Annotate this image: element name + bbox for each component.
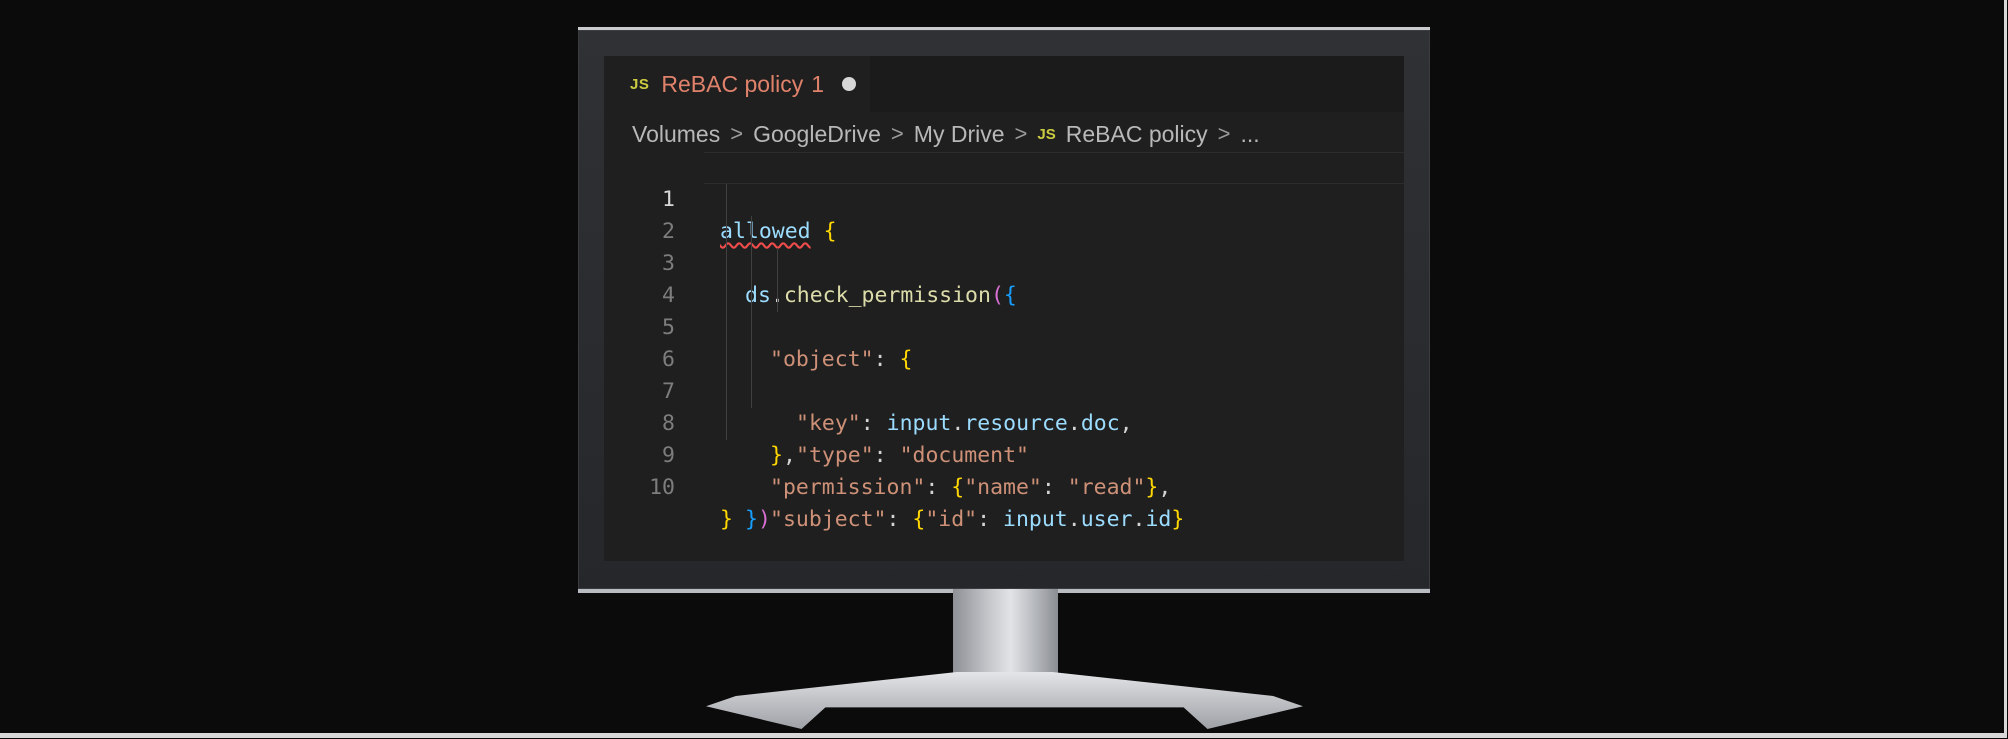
breadcrumb-item-my-drive[interactable]: My Drive xyxy=(914,121,1005,148)
breadcrumb-item-googledrive[interactable]: GoogleDrive xyxy=(753,121,881,148)
indent-guide xyxy=(777,248,778,280)
indent-guide xyxy=(751,376,752,408)
indent-guide xyxy=(751,312,752,344)
code-line-4[interactable]: 4 "key": input.resource.doc, xyxy=(604,248,1404,436)
indent-guide xyxy=(726,216,727,248)
javascript-file-icon: JS xyxy=(1037,125,1056,143)
indent-guide xyxy=(751,216,752,248)
indent-guide xyxy=(751,248,752,280)
tab-label: ReBAC policy xyxy=(661,70,804,97)
code-line-3[interactable]: 3 "object": { xyxy=(604,216,1404,372)
indent-guide xyxy=(726,376,727,408)
indent-guide xyxy=(726,248,727,280)
indent-guide xyxy=(726,280,727,312)
chevron-right-icon: > xyxy=(890,121,904,146)
indent-guide xyxy=(751,344,752,376)
line-number: 10 xyxy=(649,475,675,500)
code-line-8[interactable]: 8 "subject": {"id": input.user.id} xyxy=(604,376,1404,532)
indent-guide xyxy=(726,344,727,376)
unsaved-dot-icon[interactable] xyxy=(842,77,857,91)
code-line-6[interactable]: 6 }, xyxy=(604,312,1404,468)
code-text: } xyxy=(720,507,733,532)
code-line-2[interactable]: 2 ds.check_permission({ xyxy=(604,184,1404,308)
breadcrumb: Volumes > GoogleDrive > My Drive > JS Re… xyxy=(632,116,1260,152)
code-editor[interactable]: 1 allowed { 2 ds.check_permission({ 3 "o… xyxy=(604,152,1404,561)
problem-count-badge: 1 xyxy=(811,70,825,97)
code-text: "subject": {"id": input.user.id} xyxy=(770,507,1185,532)
breadcrumb-item-file[interactable]: ReBAC policy xyxy=(1066,121,1208,148)
chevron-right-icon: > xyxy=(730,121,744,146)
tab-rebac-policy[interactable]: JS ReBAC policy 1 xyxy=(604,56,870,112)
code-line-1[interactable]: 1 allowed { xyxy=(604,152,1404,244)
breadcrumb-ellipsis[interactable]: ... xyxy=(1240,121,1259,148)
tab-bar: JS ReBAC policy 1 xyxy=(604,56,1404,112)
chevron-right-icon: > xyxy=(1217,121,1231,146)
chevron-right-icon: > xyxy=(1014,121,1028,146)
indent-guide xyxy=(726,184,727,216)
indent-guide xyxy=(751,280,752,312)
indent-guide xyxy=(777,280,778,312)
code-line-9[interactable]: 9 }) xyxy=(604,408,1404,532)
code-line-5[interactable]: 5 "type": "document" xyxy=(604,280,1404,468)
breadcrumb-item-volumes[interactable]: Volumes xyxy=(632,121,720,148)
indent-guide xyxy=(726,408,727,440)
code-line-7[interactable]: 7 "permission": {"name": "read"}, xyxy=(604,344,1404,500)
indent-guide xyxy=(726,312,727,344)
code-editor-window: JS ReBAC policy 1 Volumes > GoogleDrive … xyxy=(604,56,1404,561)
code-text: "permission": {"name": "read"}, xyxy=(770,475,1172,500)
code-line-10[interactable]: 10 } xyxy=(604,440,1404,532)
javascript-file-icon: JS xyxy=(630,75,650,93)
code-text: }) xyxy=(745,507,771,532)
